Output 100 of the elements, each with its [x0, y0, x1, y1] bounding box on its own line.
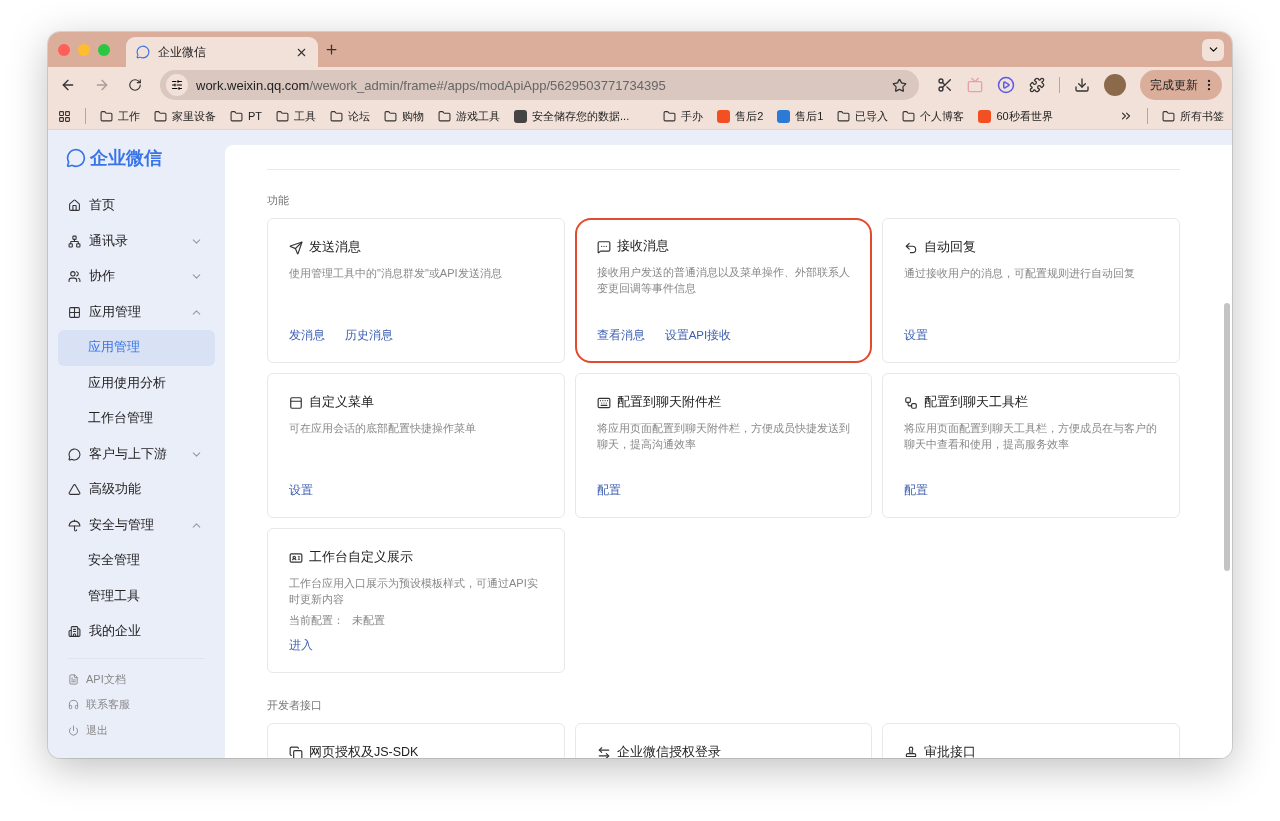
footer-icon	[68, 699, 79, 711]
card-icon	[904, 745, 919, 758]
bookmark[interactable]: 售后1	[777, 108, 824, 124]
site-settings-icon[interactable]	[166, 74, 188, 96]
nav-item[interactable]: 应用管理	[58, 294, 215, 330]
site-favicon-icon	[777, 109, 791, 123]
folder-icon	[438, 109, 452, 123]
folder-icon	[276, 109, 290, 123]
chat-bubble-icon	[136, 45, 150, 59]
nav-item[interactable]: 我的企业	[58, 614, 215, 650]
bookmark[interactable]: 游戏工具	[438, 108, 501, 124]
card-description: 工作台应用入口展示为预设模板样式，可通过API实时更新内容	[289, 576, 539, 607]
site-favicon-icon	[717, 109, 731, 123]
reload-icon[interactable]	[128, 78, 142, 92]
folder-icon	[230, 109, 243, 123]
scissors-icon[interactable]	[937, 77, 953, 93]
bookmark[interactable]: 60秒看世界	[978, 108, 1053, 124]
nav-subitem[interactable]: 管理工具	[58, 578, 215, 614]
folder-icon	[1162, 109, 1175, 123]
download-icon[interactable]	[1074, 77, 1090, 93]
card-link[interactable]: 进入	[289, 638, 313, 653]
bookmark[interactable]: 家里设备	[154, 108, 216, 124]
chevrons-right-icon[interactable]	[1119, 109, 1133, 123]
play-icon[interactable]	[997, 76, 1015, 94]
nav-subitem[interactable]: 安全管理	[58, 543, 215, 579]
card-title: 配置到聊天工具栏	[924, 394, 1029, 411]
section-title: 开发者接口	[267, 699, 323, 713]
apps-grid-icon[interactable]	[58, 109, 71, 123]
card-link[interactable]: 设置	[289, 483, 313, 498]
config-label: 当前配置：	[289, 613, 344, 628]
bookmark[interactable]: 工具	[276, 108, 317, 124]
avatar[interactable]	[1104, 74, 1126, 96]
folder-icon	[330, 109, 344, 123]
puzzle-icon[interactable]	[1029, 77, 1045, 93]
nav-subitem[interactable]: 工作台管理	[58, 401, 215, 437]
footer-icon	[68, 673, 79, 685]
tab-search-button[interactable]	[1202, 38, 1224, 61]
bookmark[interactable]: 已导入	[837, 108, 889, 124]
folder-icon	[384, 109, 398, 123]
card-title: 接收消息	[616, 238, 669, 255]
card-title: 网页授权及JS-SDK	[309, 744, 419, 758]
nav-icon	[68, 625, 81, 639]
card-icon	[596, 745, 611, 758]
nav-icon	[68, 234, 81, 248]
nav-item[interactable]: 首页	[58, 188, 215, 224]
card-link[interactable]: 设置API接收	[664, 328, 732, 343]
bookmark[interactable]: PT	[230, 109, 263, 123]
card-description: 接收用户发送的普通消息以及菜单操作、外部联系人变更回调等事件信息	[596, 265, 851, 296]
site-favicon-icon	[514, 109, 528, 123]
folder-icon	[837, 109, 851, 123]
nav-item[interactable]: 协作	[58, 259, 215, 295]
scrollbar-thumb[interactable]	[1224, 303, 1230, 571]
nav-item[interactable]: 高级功能	[58, 472, 215, 508]
back-icon[interactable]	[60, 77, 76, 93]
card-link[interactable]: 配置	[596, 483, 621, 498]
card-description: 可在应用会话的底部配置快捷操作菜单	[289, 421, 477, 436]
card-title: 配置到聊天附件栏	[616, 394, 721, 411]
card-title: 自定义菜单	[309, 394, 374, 411]
card-title: 企业微信授权登录	[616, 744, 721, 758]
new-tab-icon[interactable]	[324, 42, 339, 57]
folder-icon	[663, 109, 677, 123]
nav-icon	[68, 518, 81, 532]
card-link[interactable]: 发消息	[289, 328, 325, 343]
nav-item[interactable]: 安全与管理	[58, 507, 215, 543]
nav-item[interactable]: 通讯录	[58, 223, 215, 259]
chat-bubble-logo-icon	[66, 148, 86, 168]
card-icon	[596, 239, 611, 254]
bookmark[interactable]: 个人博客	[902, 108, 965, 124]
browser-tab[interactable]: 企业微信	[126, 37, 318, 67]
bookmark[interactable]: 手办	[663, 108, 704, 124]
card-title: 审批接口	[924, 744, 977, 758]
nav-icon	[68, 199, 81, 213]
card-title: 自动回复	[924, 239, 977, 256]
card-icon	[289, 240, 303, 255]
card-title: 工作台自定义展示	[309, 549, 413, 566]
card-icon	[289, 395, 303, 410]
card-link[interactable]: 设置	[904, 328, 929, 343]
address-bar[interactable]: work.weixin.qq.com/wework_admin/frame#/apps/modApiApp/5629503771734395	[160, 70, 919, 100]
nav-icon	[68, 270, 81, 284]
card-link[interactable]: 配置	[904, 483, 929, 498]
bookmark[interactable]: 工作	[100, 108, 140, 124]
nav-icon	[68, 305, 81, 319]
nav-icon	[68, 483, 81, 497]
update-button[interactable]: 完成更新	[1140, 70, 1222, 100]
nav-subitem[interactable]: 应用使用分析	[58, 365, 215, 401]
bookmark[interactable]: 所有书签	[1162, 108, 1224, 124]
logo-text: 企业微信	[90, 147, 162, 170]
card-link[interactable]: 历史消息	[345, 328, 393, 343]
folder-icon	[154, 109, 167, 123]
config-value: 未配置	[352, 613, 385, 628]
card-icon	[904, 395, 919, 410]
card-description: 将应用页面配置到聊天附件栏，方便成员快捷发送到聊天，提高沟通效率	[596, 421, 851, 452]
star-icon[interactable]	[892, 77, 907, 93]
bookmark[interactable]: 售后2	[717, 108, 764, 124]
card-link[interactable]: 查看消息	[596, 328, 645, 343]
bookmark[interactable]: 购物	[384, 108, 425, 124]
nav-item[interactable]: 客户与上下游	[58, 436, 215, 472]
bookmark[interactable]: 安全储存您的数据...	[514, 108, 630, 124]
bookmark[interactable]: 论坛	[330, 108, 371, 124]
card-description: 使用管理工具中的"消息群发"或API发送消息	[289, 266, 503, 281]
